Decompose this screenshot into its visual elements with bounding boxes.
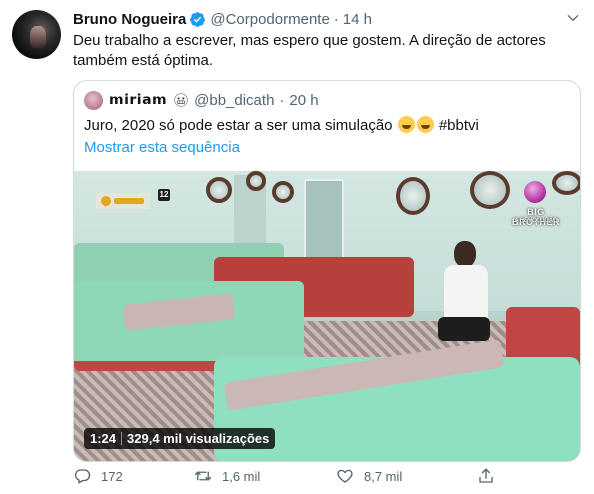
separator-dot: · xyxy=(333,10,339,28)
quoted-tweet-header: 𝗺𝗶𝗿𝗶𝗮𝗺 @bb_dicath · 20 h xyxy=(84,90,319,110)
video-scene-mirror xyxy=(206,177,232,203)
retweet-icon xyxy=(194,471,212,481)
like-button[interactable]: 8,7 mil xyxy=(336,466,402,486)
share-icon xyxy=(479,468,493,483)
quoted-tweet-text: Juro, 2020 só pode estar a ser uma simul… xyxy=(84,116,479,136)
big-brother-logo-title: BIG BROTHER xyxy=(512,207,560,227)
quoted-tweet[interactable]: 𝗺𝗶𝗿𝗶𝗮𝗺 @bb_dicath · 20 h Juro, 2020 só p… xyxy=(73,80,581,462)
quoted-author-handle: @bb_dicath xyxy=(194,91,275,109)
show-thread-link[interactable]: Mostrar esta sequência xyxy=(84,138,240,158)
grimacing-face-icon xyxy=(174,93,188,107)
video-stats-badge: 1:24 329,4 mil visualizações xyxy=(84,428,276,449)
verified-badge-icon xyxy=(190,11,206,27)
quoted-text-body: Juro, 2020 só pode estar a ser uma simul… xyxy=(84,117,397,134)
video-duration: 1:24 xyxy=(90,431,117,446)
video-scene-mirror xyxy=(396,177,430,215)
quoted-separator-dot: · xyxy=(279,91,285,109)
tears-of-joy-icon xyxy=(397,116,415,133)
big-brother-eye-icon xyxy=(524,181,546,203)
tweet-header: Bruno Nogueira @Corpodormente · 14 h xyxy=(73,9,372,29)
tweet-actions: 172 1,6 mil 8,7 mil xyxy=(73,466,513,486)
tweet-timestamp[interactable]: 14 h xyxy=(343,11,372,28)
quoted-author-avatar xyxy=(84,90,103,110)
tears-of-joy-icon xyxy=(416,116,434,133)
video-scene-mirror xyxy=(470,171,510,209)
badge-divider xyxy=(121,432,123,445)
quoted-timestamp: 20 h xyxy=(289,91,319,109)
retweet-count: 1,6 mil xyxy=(222,468,261,484)
video-scene-person xyxy=(436,241,496,361)
quoted-author-name: 𝗺𝗶𝗿𝗶𝗮𝗺 xyxy=(109,92,168,108)
reply-count: 172 xyxy=(101,468,123,484)
big-brother-logo: BIG BROTHER A REVOLUÇÃO xyxy=(506,179,562,235)
author-handle[interactable]: @Corpodormente xyxy=(210,11,329,28)
big-brother-logo-subtitle: A REVOLUÇÃO xyxy=(514,218,558,224)
video-views: 329,4 mil visualizações xyxy=(127,431,270,446)
share-button[interactable] xyxy=(477,466,505,486)
tvi-channel-logo xyxy=(96,193,150,209)
like-count: 8,7 mil xyxy=(364,468,403,484)
tweet: Bruno Nogueira @Corpodormente · 14 h Deu… xyxy=(0,0,594,494)
retweet-button[interactable]: 1,6 mil xyxy=(194,466,260,486)
video-scene-mirror xyxy=(246,171,266,191)
age-rating-badge: 12 xyxy=(158,189,170,201)
reply-icon xyxy=(74,469,91,484)
hashtag-link[interactable]: #bbtvi xyxy=(439,117,479,134)
tweet-text: Deu trabalho a escrever, mas espero que … xyxy=(73,32,546,69)
author-name[interactable]: Bruno Nogueira xyxy=(73,11,186,28)
author-avatar[interactable] xyxy=(12,10,61,59)
reply-button[interactable]: 172 xyxy=(73,466,123,486)
video-player[interactable]: 12 BIG BROTHER A REVOLUÇÃO 1:24 329,4 mi… xyxy=(74,171,580,461)
heart-icon xyxy=(337,469,353,483)
video-scene-mirror xyxy=(272,181,294,203)
chevron-down-icon[interactable] xyxy=(566,11,580,25)
